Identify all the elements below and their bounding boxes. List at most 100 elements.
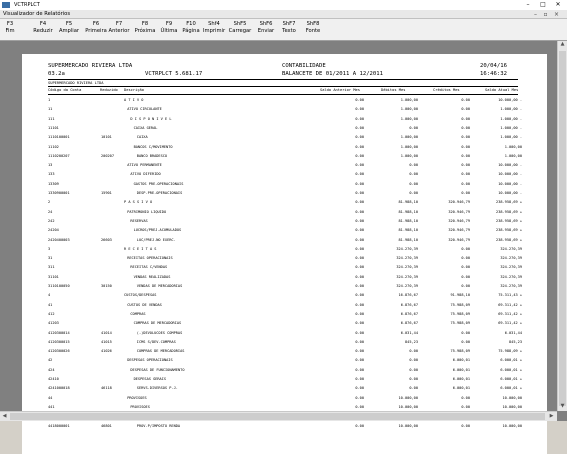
table-row: 3 R E C E I T A S 0.00 324.270,39 0.00 324.27… xyxy=(22,245,547,253)
row-debitos: 81.988,10 xyxy=(398,200,418,205)
table-row: 11 ATIVO CIRCULANTE 0.00 1.000,00 0.00 1.000,… xyxy=(22,105,547,113)
row-saldo-atual: 6.000,01 + xyxy=(500,386,522,391)
scroll-down-icon[interactable]: ▼ xyxy=(558,403,567,411)
row-creditos: 0.00 xyxy=(461,172,470,177)
toolbar-button-texto[interactable]: ShF7 Texto xyxy=(280,21,298,39)
row-code: 11102 xyxy=(48,144,59,149)
viewer-maximize-icon[interactable]: ▫ xyxy=(542,11,549,18)
report-date: 20/04/16 xyxy=(480,63,507,69)
row-saldo-anterior: 0.00 xyxy=(355,274,364,279)
vertical-scrollbar[interactable]: ▲ ▼ xyxy=(557,41,567,411)
toolbar-button-fim[interactable]: F3 Fim xyxy=(2,21,18,39)
row-creditos: 0.00 xyxy=(461,404,470,409)
toolbar-key: ShF7 xyxy=(282,21,296,27)
row-saldo-atual: 1.000,00 - xyxy=(500,125,522,130)
row-reduced: 41015 xyxy=(101,339,112,344)
toolbar-button-página[interactable]: F10 Página xyxy=(182,21,200,39)
table-row: 11101 CAIXA GERAL 0.00 0.00 0.00 1.000,00 - xyxy=(22,124,547,132)
toolbar-button-reduzir[interactable]: F4 Reduzir xyxy=(31,21,55,39)
toolbar-label: Enviar xyxy=(257,28,275,34)
row-debitos: 1.000,00 xyxy=(400,98,418,102)
row-saldo-anterior: 0.00 xyxy=(355,377,364,381)
row-saldo-atual: 845,23 xyxy=(509,339,522,344)
row-description: R E C E I T A S xyxy=(124,246,157,251)
row-code: 41 xyxy=(48,302,53,307)
scroll-up-icon[interactable]: ▲ xyxy=(558,41,567,49)
col-saldo-atual: Saldo Atual Mes xyxy=(485,88,519,92)
row-creditos: 0.00 xyxy=(461,274,470,279)
row-saldo-anterior: 0.00 xyxy=(355,191,364,195)
row-code: 424 xyxy=(48,367,55,372)
toolbar-label: Próxima xyxy=(134,28,156,34)
horizontal-scroll-thumb[interactable] xyxy=(10,413,545,420)
toolbar-key: ShF8 xyxy=(306,21,320,27)
table-row: 133 ATIVO DIFERIDO 0.00 0.00 0.00 10.000,00 - xyxy=(22,170,547,178)
row-saldo-anterior: 0.00 xyxy=(355,125,364,130)
col-creditos: Créditos Mes xyxy=(433,88,460,92)
row-code: 4120300026 xyxy=(48,349,70,354)
row-debitos: 0.00 xyxy=(409,386,418,391)
row-code: 242 xyxy=(48,218,55,223)
row-saldo-anterior: 0.00 xyxy=(355,200,364,205)
row-code: 3 xyxy=(48,246,51,251)
maximize-icon[interactable]: □ xyxy=(536,0,550,9)
row-debitos: 6.031,44 xyxy=(400,330,418,335)
row-code: 4120300014 xyxy=(48,330,70,335)
toolbar-button-ampliar[interactable]: F5 Ampliar xyxy=(58,21,80,39)
row-code: 3110100050 xyxy=(48,284,70,288)
viewer-minimize-icon[interactable]: – xyxy=(532,11,539,18)
row-code: 11101 xyxy=(48,125,59,130)
row-saldo-atual: 10.000,00 - xyxy=(498,163,522,168)
toolbar-button-anterior[interactable]: F7 Anterior xyxy=(108,21,130,39)
scroll-right-icon[interactable]: ▶ xyxy=(547,412,556,421)
row-code: 13309 xyxy=(48,181,59,186)
toolbar-label: Última xyxy=(160,28,178,34)
row-description: COMPRAS DE MERCADORIAS xyxy=(133,321,182,326)
scroll-left-icon[interactable]: ◀ xyxy=(0,412,9,421)
row-saldo-anterior: 0.00 xyxy=(355,349,364,354)
row-saldo-atual: 6.000,01 + xyxy=(500,377,522,381)
row-saldo-anterior: 0.00 xyxy=(355,181,364,186)
row-saldo-atual: 1.000,00 - xyxy=(500,135,522,140)
table-row: 4120300015 41015 ICMS S/DEV.COMPRAS 0.00 845… xyxy=(22,338,547,346)
row-description: DESPESAS OPERACIONAIS xyxy=(127,358,173,363)
toolbar-button-próxima[interactable]: F8 Próxima xyxy=(133,21,157,39)
row-code: 31101 xyxy=(48,274,59,279)
viewer-close-icon[interactable]: × xyxy=(553,11,560,18)
row-saldo-anterior: 0.00 xyxy=(355,172,364,177)
row-code: 1110200207 xyxy=(48,153,70,158)
row-description: SERVS.DIVERSOS P.J. xyxy=(136,386,178,391)
row-code: 311 xyxy=(48,265,55,270)
toolbar-button-fonte[interactable]: ShF8 Fonte xyxy=(304,21,322,39)
toolbar-button-última[interactable]: F9 Última xyxy=(159,21,179,39)
row-code: 4241000018 xyxy=(48,386,70,391)
row-creditos: 0.00 xyxy=(461,107,470,112)
table-row: 24 PATRIMONIO LIQUIDO 0.00 81.988,10 320.946… xyxy=(22,208,547,216)
toolbar-key: F7 xyxy=(115,21,123,27)
row-creditos: 0.00 xyxy=(461,423,470,428)
table-row: 424 DESPESAS DE FUNCIONAMENTO 0.00 0.00 6.00… xyxy=(22,366,547,374)
horizontal-scrollbar[interactable]: ◀ ▶ xyxy=(0,411,557,421)
row-saldo-anterior: 0.00 xyxy=(355,404,364,409)
row-code: 2420400003 xyxy=(48,237,70,242)
toolbar-label: Fim xyxy=(5,28,15,34)
toolbar-button-enviar[interactable]: ShF6 Enviar xyxy=(256,21,276,39)
row-creditos: 0.00 xyxy=(461,163,470,168)
toolbar-button-carregar[interactable]: ShF5 Carregar xyxy=(228,21,252,39)
vertical-scroll-thumb[interactable] xyxy=(559,51,566,406)
table-row: 1110100001 10101 CAIXA 0.00 1.000,00 0.00 1.00… xyxy=(22,133,547,141)
row-description: ICMS S/DEV.COMPRAS xyxy=(136,339,176,344)
col-saldo-anterior: Saldo Anterior Mes xyxy=(320,88,360,92)
row-code: 11 xyxy=(48,107,53,112)
toolbar-button-imprimir[interactable]: Shf4 Imprimir xyxy=(203,21,225,39)
toolbar-button-primeira[interactable]: F6 Primeira xyxy=(84,21,108,39)
close-icon[interactable]: ✕ xyxy=(551,0,565,9)
minimize-icon[interactable]: – xyxy=(521,0,535,9)
row-creditos: 0.00 xyxy=(461,330,470,335)
toolbar-key: ShF6 xyxy=(259,21,273,27)
row-saldo-atual: 10.000,00 - xyxy=(498,172,522,177)
row-creditos: 320.946,79 xyxy=(448,200,470,205)
row-code: 42 xyxy=(48,358,53,363)
row-creditos: 0.00 xyxy=(461,395,470,400)
table-row: 1110200207 200207 BANCO BRADESCO 0.00 1.000,… xyxy=(22,152,547,160)
